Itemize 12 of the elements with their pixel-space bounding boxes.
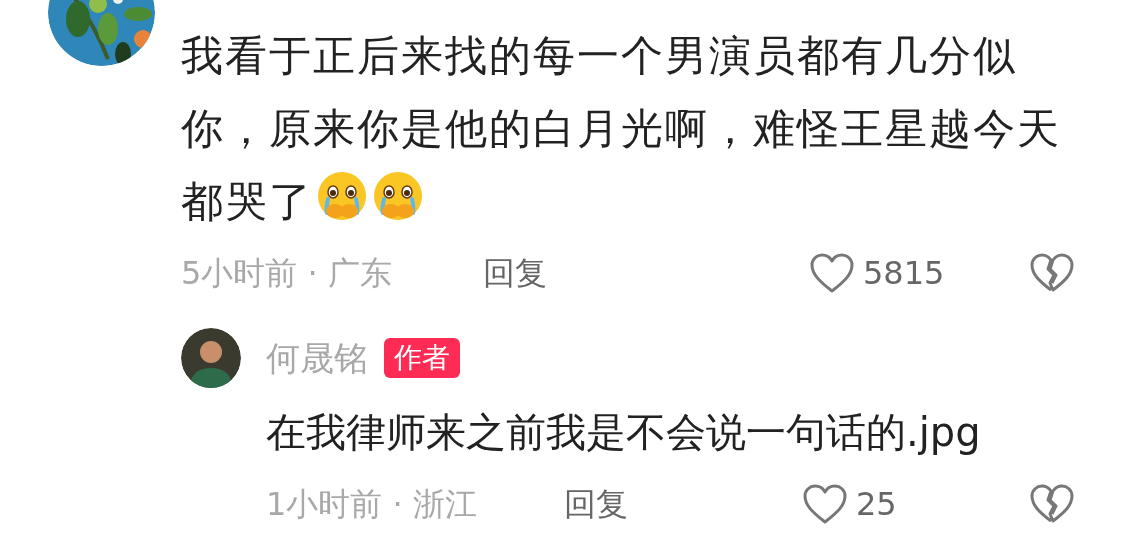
comment-text: 我看于正后来找的每一个男演员都有几分似你，原来你是他的白月光啊，难怪王星越今天都哭了 [181, 30, 1062, 228]
like-count: 5815 [863, 253, 945, 294]
reply-text: 在我律师来之前我是不会说一句话的.jpg [266, 408, 982, 457]
time-location: 5小时前 · 广东 [181, 253, 393, 294]
author-badge: 作者 [384, 338, 460, 378]
heart-icon[interactable] [802, 483, 848, 525]
heart-icon[interactable] [809, 252, 855, 294]
time-location: 1小时前 · 浙江 [266, 484, 478, 525]
like-count: 25 [856, 484, 897, 525]
reply-link[interactable]: 回复 [483, 249, 547, 297]
user-avatar[interactable] [181, 328, 241, 388]
reply-link[interactable]: 回复 [564, 480, 628, 528]
